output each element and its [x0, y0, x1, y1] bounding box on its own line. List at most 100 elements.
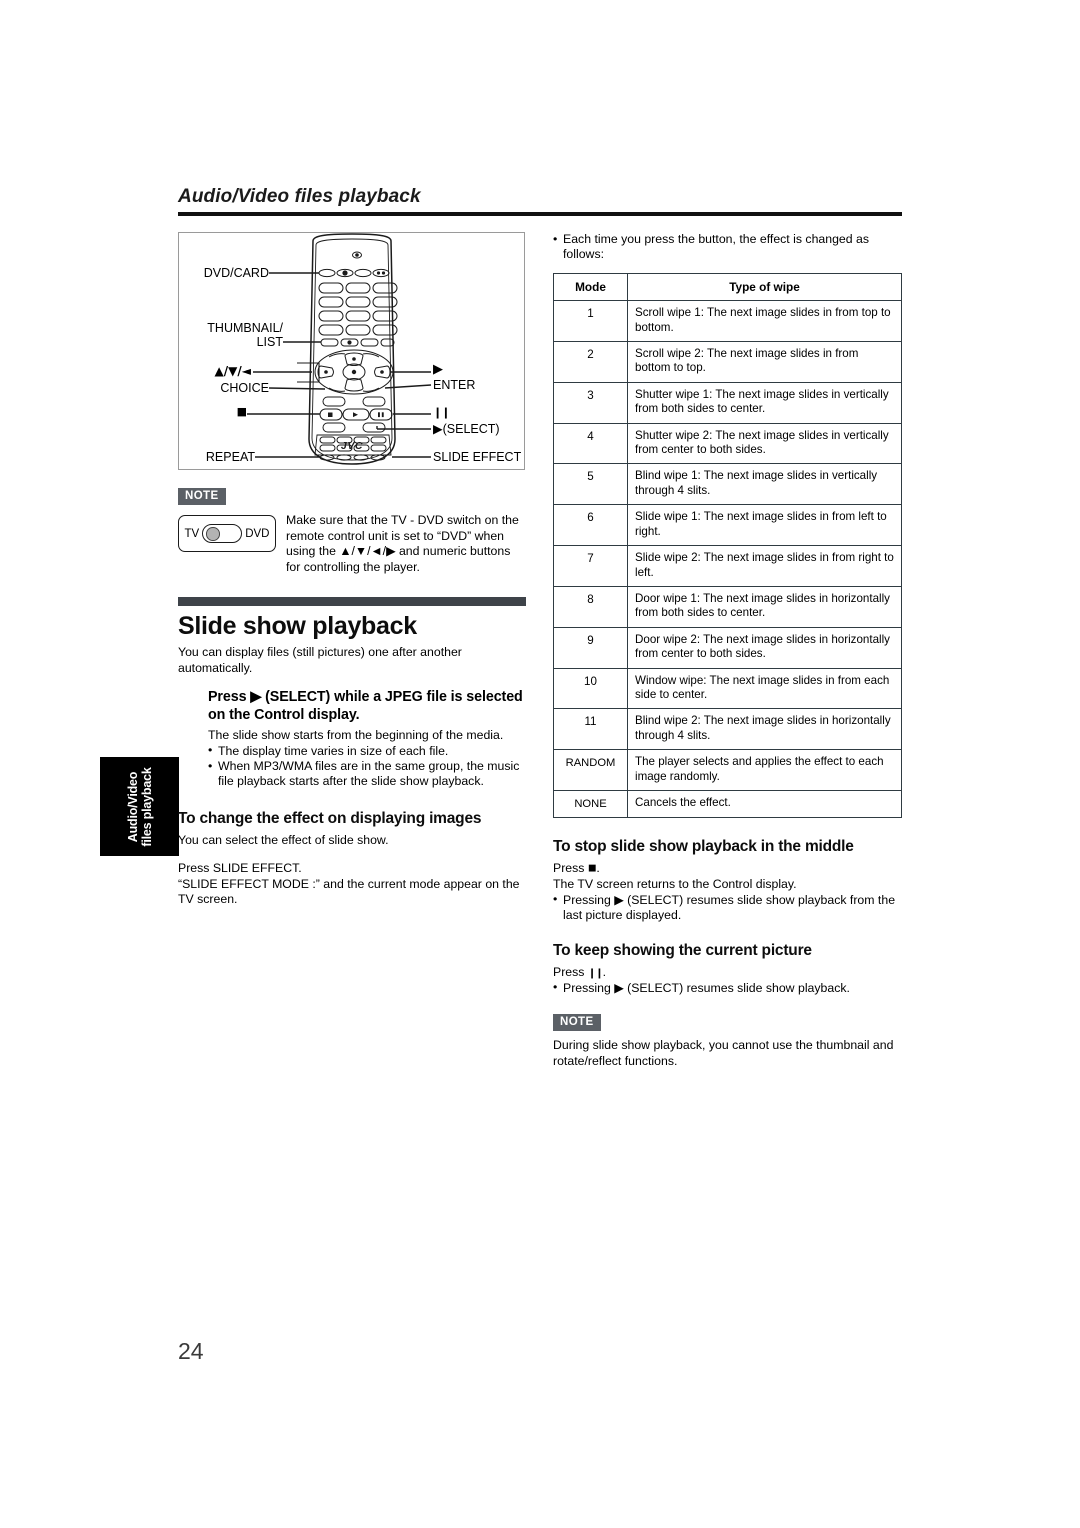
table-row: 10 Window wipe: The next image slides in…	[553, 667, 902, 710]
callout-repeat: REPEAT	[205, 450, 255, 464]
table-row: 7 Slide wipe 2: The next image slides in…	[553, 545, 902, 587]
cell-mode: RANDOM	[553, 749, 628, 791]
cell-wipe: Shutter wipe 1: The next image slides in…	[627, 381, 902, 424]
keep-press-suffix: .	[602, 964, 607, 979]
cell-wipe: Door wipe 1: The next image slides in ho…	[627, 585, 902, 628]
callout-enter: ENTER	[433, 378, 476, 392]
note-block-bottom: NOTE During slide show playback, you can…	[553, 1012, 902, 1069]
callout-stop: ■	[236, 405, 247, 418]
step-note: The slide show starts from the beginning…	[208, 728, 504, 743]
column-header-type-of-wipe: Type of wipe	[627, 272, 902, 302]
switch-label-tv: TV	[184, 527, 200, 540]
step-block: Press ▶ (SELECT) while a JPEG file is se…	[208, 688, 526, 790]
table-header-row: Mode Type of wipe	[553, 272, 902, 302]
cell-wipe: Door wipe 2: The next image slides in ho…	[627, 626, 902, 669]
table-row: 1 Scroll wipe 1: The next image slides i…	[553, 300, 902, 343]
cell-mode: NONE	[553, 789, 628, 819]
stop-press-prefix: Press	[553, 861, 588, 876]
left-column: JVC DVD/CARD THUMBNAIL/ LIST ▲/▼/◄ CHOIC…	[178, 232, 526, 907]
callout-dvd-card: DVD/CARD	[203, 266, 269, 280]
cell-mode: 11	[553, 708, 628, 751]
callout-cursor-keys: ▲/▼/◄	[214, 364, 251, 378]
cell-wipe: The player selects and applies the effec…	[627, 749, 902, 791]
manual-page: Audio/Video files playback Audio/Video f…	[0, 0, 1080, 1528]
cell-mode: 10	[553, 667, 628, 710]
note-tag: NOTE	[178, 488, 226, 505]
cell-wipe: Slide wipe 1: The next image slides in f…	[627, 504, 902, 547]
note-block-top: NOTE TV DVD Make sure that the TV - DVD …	[178, 486, 526, 575]
column-header-mode: Mode	[553, 272, 628, 302]
cell-mode: 9	[553, 626, 628, 669]
slide-effect-mode-table: Mode Type of wipe 1 Scroll wipe 1: The n…	[553, 272, 902, 819]
note-text-top: Make sure that the TV - DVD switch on th…	[286, 513, 519, 574]
side-tab-line-2: files playback	[139, 766, 154, 847]
subsection-heading: To change the effect on displaying image…	[178, 809, 482, 827]
effect-line-2: Press SLIDE EFFECT.	[178, 861, 302, 876]
cell-wipe: Window wipe: The next image slides in fr…	[627, 667, 902, 710]
switch-label-dvd: DVD	[245, 527, 270, 540]
switch-track	[202, 524, 243, 543]
callout-play-select: ▶(SELECT)	[433, 422, 500, 436]
switch-knob	[206, 527, 220, 541]
cell-mode: 6	[553, 504, 628, 547]
section-stop-slide-show: To stop slide show playback in the middl…	[553, 838, 902, 923]
remote-control-figure: JVC DVD/CARD THUMBNAIL/ LIST ▲/▼/◄ CHOIC…	[178, 232, 525, 470]
side-tab-line-1: Audio/Video	[125, 771, 140, 842]
section-keep-showing: To keep showing the current picture Pres…	[553, 942, 902, 997]
stop-line-2: The TV screen returns to the Control dis…	[553, 877, 797, 892]
table-row: RANDOM The player selects and applies th…	[553, 749, 902, 791]
svg-text:JVC: JVC	[341, 440, 363, 452]
cell-wipe: Blind wipe 2: The next image slides in h…	[627, 708, 902, 751]
list-item: Pressing ▶ (SELECT) resumes slide show p…	[553, 980, 902, 996]
tv-dvd-switch-illustration: TV DVD	[178, 515, 276, 552]
right-column: Each time you press the button, the effe…	[553, 232, 902, 1069]
table-row: 3 Shutter wipe 1: The next image slides …	[553, 381, 902, 424]
section-change-effect: To change the effect on displaying image…	[178, 810, 526, 908]
cell-mode: 1	[553, 300, 628, 343]
table-row: 8 Door wipe 1: The next image slides in …	[553, 585, 902, 628]
stop-press-line: Press ■.	[553, 861, 902, 877]
table-row: 5 Blind wipe 1: The next image slides in…	[553, 463, 902, 506]
cell-mode: 4	[553, 422, 628, 465]
table-row: 2 Scroll wipe 2: The next image slides i…	[553, 341, 902, 383]
stop-press-suffix: .	[596, 861, 600, 876]
section-intro: You can display files (still pictures) o…	[178, 645, 462, 675]
list-item: When MP3/WMA files are in the same group…	[208, 759, 526, 790]
note-text-bottom: During slide show playback, you cannot u…	[553, 1038, 894, 1068]
cell-wipe: Cancels the effect.	[627, 789, 902, 819]
effect-line-3: “SLIDE EFFECT MODE :” and the current mo…	[178, 876, 520, 907]
callout-pause: ❙❙	[433, 406, 450, 419]
table-row: 4 Shutter wipe 2: The next image slides …	[553, 422, 902, 465]
keep-bullet-list: Pressing ▶ (SELECT) resumes slide show p…	[553, 980, 902, 996]
pause-icon: ❙❙	[587, 967, 604, 979]
right-intro-bullets: Each time you press the button, the effe…	[553, 232, 902, 263]
list-item: Each time you press the button, the effe…	[553, 232, 902, 263]
cell-mode: 5	[553, 463, 628, 506]
keep-press-prefix: Press	[553, 964, 588, 979]
cell-mode: 8	[553, 585, 628, 628]
cell-mode: 3	[553, 381, 628, 424]
callout-slide-effect: SLIDE EFFECT	[433, 450, 522, 464]
cell-mode: 2	[553, 341, 628, 383]
page-title: Audio/Video files playback	[178, 186, 421, 207]
effect-line-1: You can select the effect of slide show.	[178, 832, 389, 847]
step-instruction: Press ▶ (SELECT) while a JPEG file is se…	[208, 689, 523, 724]
list-item: The display time varies in size of each …	[208, 743, 526, 759]
header-divider	[178, 212, 902, 216]
table-row: 11 Blind wipe 2: The next image slides i…	[553, 708, 902, 751]
side-tab-text: Audio/Video files playback	[126, 767, 154, 846]
note-tag: NOTE	[553, 1014, 601, 1032]
stop-bullet-list: Pressing ▶ (SELECT) resumes slide show p…	[553, 892, 902, 924]
table-row: 9 Door wipe 2: The next image slides in …	[553, 626, 902, 669]
callout-thumbnail: THUMBNAIL/	[207, 321, 283, 335]
chapter-side-tab: Audio/Video files playback	[100, 757, 179, 856]
table-row: NONE Cancels the effect.	[553, 789, 902, 819]
section-heading-bar	[178, 597, 526, 607]
subsection-heading: To stop slide show playback in the middl…	[553, 838, 854, 856]
cell-wipe: Slide wipe 2: The next image slides in f…	[627, 545, 902, 587]
cell-wipe: Scroll wipe 1: The next image slides in …	[627, 300, 902, 343]
page-number: 24	[178, 1338, 204, 1364]
cell-wipe: Shutter wipe 2: The next image slides in…	[627, 422, 902, 465]
callout-choice: CHOICE	[220, 381, 269, 395]
keep-press-line: Press ❙❙.	[553, 965, 902, 981]
